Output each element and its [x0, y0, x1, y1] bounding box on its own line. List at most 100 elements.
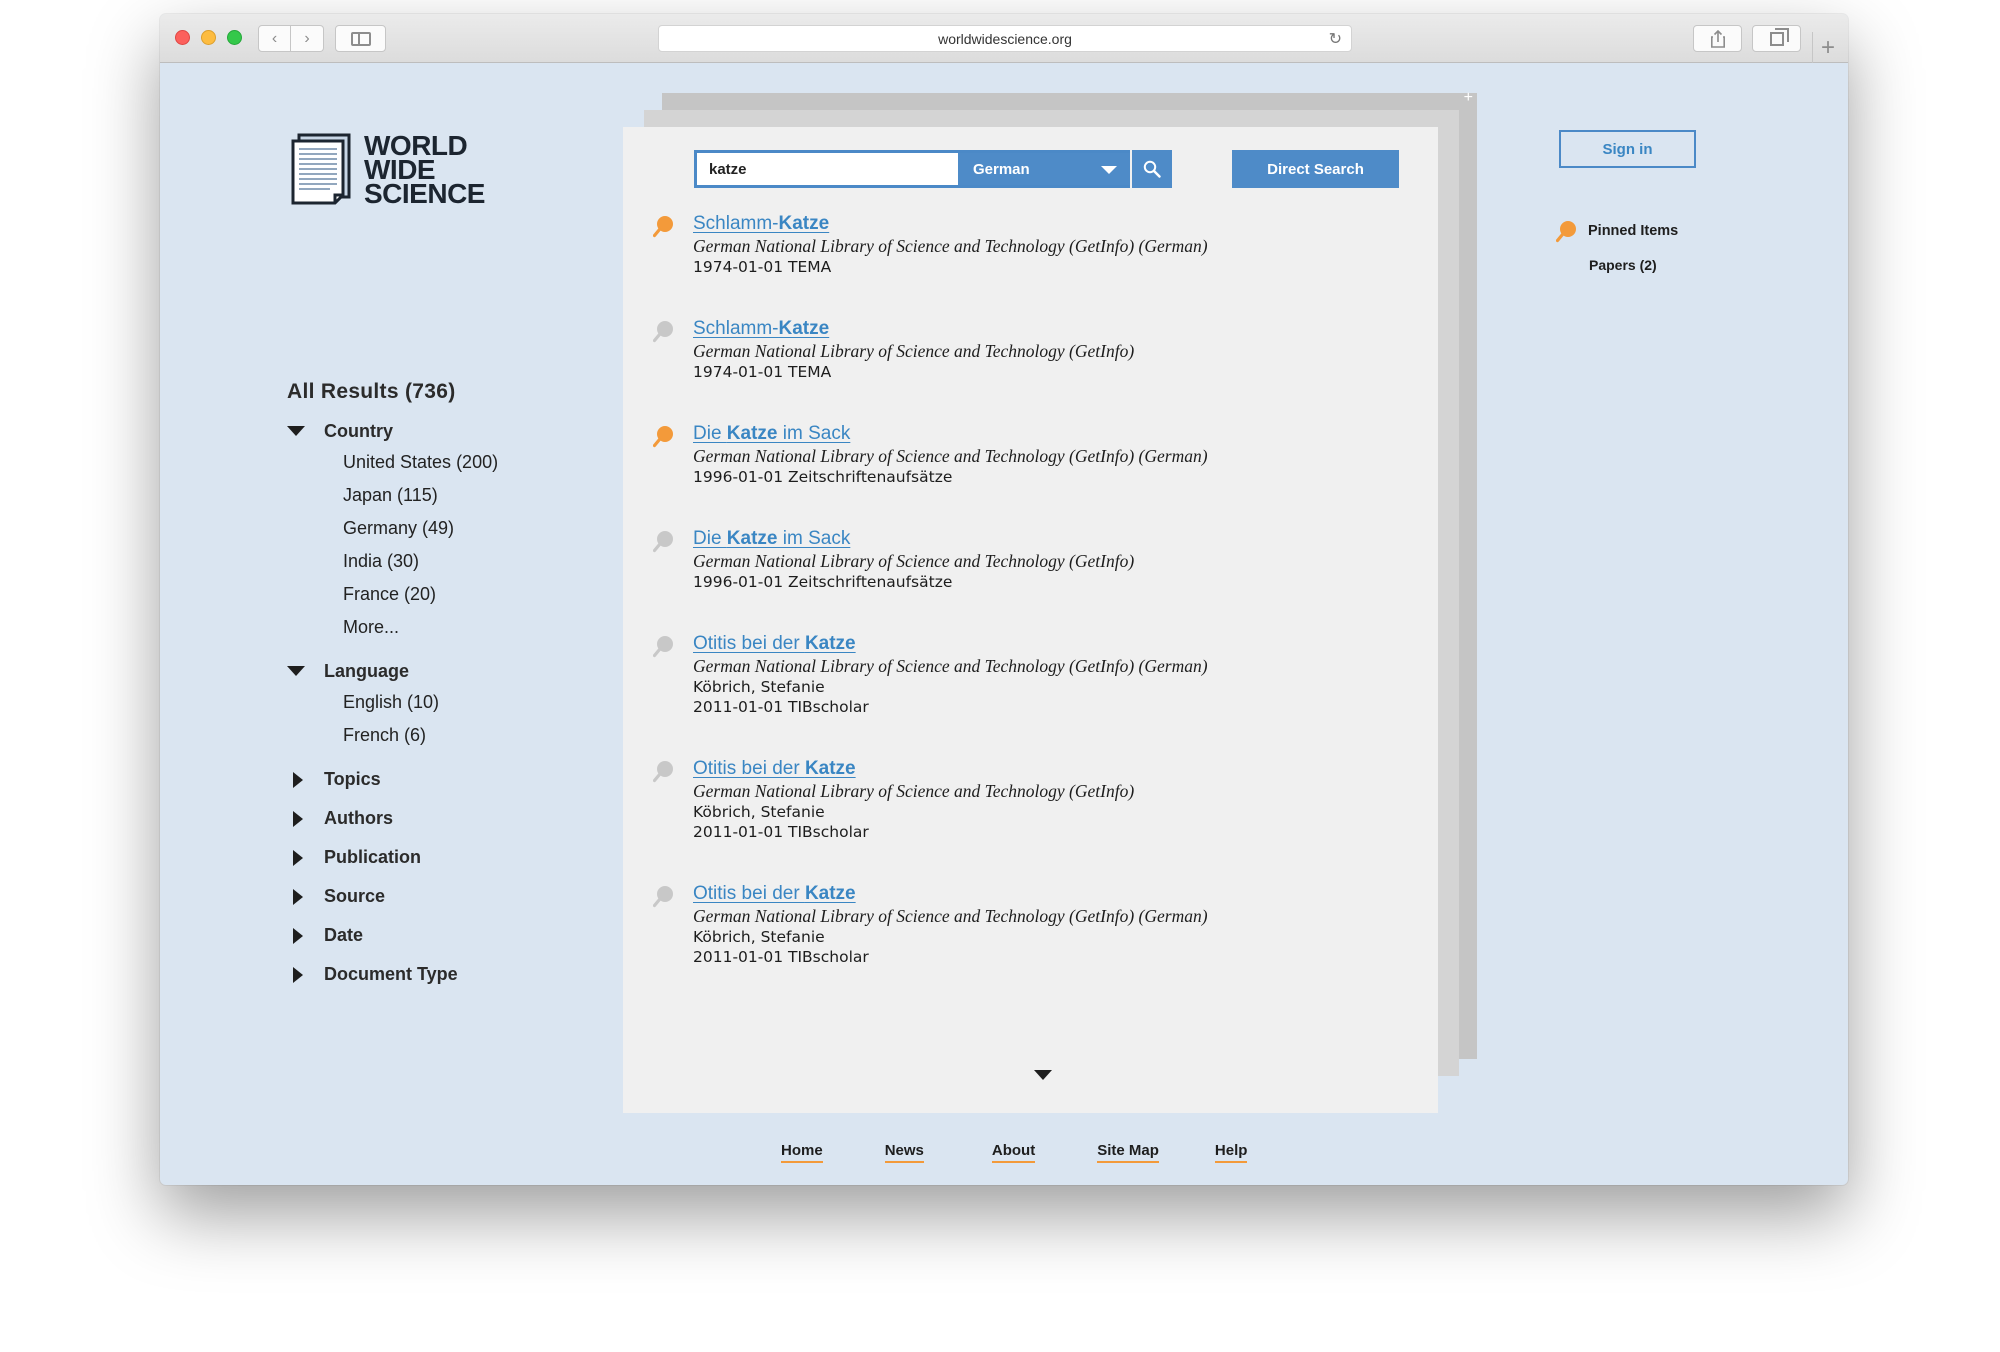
result-source: German National Library of Science and T…: [693, 341, 1135, 361]
tabs-icon: [1769, 27, 1789, 46]
facet-language-item[interactable]: French (6): [343, 719, 607, 752]
result-date-collection: 2011-01-01 TIBscholar: [693, 698, 869, 716]
url-text: worldwidescience.org: [938, 30, 1072, 47]
result-title-link[interactable]: Otitis bei der Katze: [693, 757, 856, 781]
search-result: Die Katze im Sack German National Library…: [653, 422, 1208, 487]
footer-link-site-map[interactable]: Site Map: [1097, 1142, 1159, 1163]
facet-topics-toggle[interactable]: Topics: [287, 760, 607, 799]
load-more-arrow-icon[interactable]: [1034, 1070, 1052, 1080]
result-title-highlight: Katze: [778, 213, 830, 234]
facet-country-item[interactable]: France (20): [343, 578, 607, 611]
tab-overview-button[interactable]: [1752, 25, 1801, 52]
pin-icon[interactable]: [653, 884, 675, 908]
pin-icon: [1556, 221, 1576, 243]
facet-publication-toggle[interactable]: Publication: [287, 838, 607, 877]
facet-country-item[interactable]: Germany (49): [343, 512, 607, 545]
new-tab-button[interactable]: +: [1812, 32, 1843, 63]
result-title-link[interactable]: Schlamm-Katze: [693, 212, 829, 236]
forward-button[interactable]: ›: [291, 25, 324, 52]
minimize-window-button[interactable]: [201, 30, 216, 45]
result-title-link[interactable]: Schlamm-Katze: [693, 317, 829, 341]
caret-right-icon: [287, 809, 324, 829]
share-button[interactable]: [1693, 25, 1742, 52]
facet-country-item[interactable]: United States (200): [343, 446, 607, 479]
plus-icon: +: [1820, 33, 1835, 61]
facet-authors-toggle[interactable]: Authors: [287, 799, 607, 838]
facet-country-toggle[interactable]: Country: [287, 416, 607, 446]
footer-link-about[interactable]: About: [991, 1142, 1036, 1163]
result-date-collection: 1996-01-01 Zeitschriftenaufsätze: [693, 573, 953, 591]
caret-right-icon: [287, 926, 324, 946]
result-title-highlight: Katze: [726, 423, 778, 444]
sidebar-icon: [350, 31, 371, 46]
pinned-items-label: Pinned Items: [1588, 223, 1679, 239]
facet-country-list: United States (200) Japan (115) Germany …: [343, 446, 607, 644]
facet-sidebar: All Results (736) Country United States …: [287, 380, 607, 994]
result-source: German National Library of Science and T…: [693, 781, 1135, 801]
pin-icon[interactable]: [653, 529, 675, 553]
facet-country-more-link[interactable]: More...: [343, 611, 607, 644]
reload-icon[interactable]: ↻: [1329, 29, 1342, 49]
plus-icon: +: [1463, 89, 1473, 106]
caret-down-icon: [287, 661, 324, 681]
search-input[interactable]: [694, 150, 958, 188]
result-title-link[interactable]: Die Katze im Sack: [693, 527, 850, 551]
result-source: German National Library of Science and T…: [693, 236, 1208, 256]
site-logo[interactable]: WORLD WIDE SCIENCE: [290, 132, 485, 208]
pin-icon[interactable]: [653, 319, 675, 343]
caret-right-icon: [287, 965, 324, 985]
result-date-collection: 1974-01-01 TEMA: [693, 258, 832, 276]
logo-line-3: SCIENCE: [364, 178, 485, 209]
result-title-prefix: Otitis bei der: [693, 633, 805, 654]
caret-down-icon: [287, 421, 324, 441]
caret-right-icon: [287, 887, 324, 907]
result-title-prefix: Otitis bei der: [693, 758, 805, 779]
result-source: German National Library of Science and T…: [693, 446, 1208, 466]
facet-source-toggle[interactable]: Source: [287, 877, 607, 916]
result-source: German National Library of Science and T…: [693, 906, 1208, 926]
pin-icon[interactable]: [653, 424, 675, 448]
zoom-window-button[interactable]: [227, 30, 242, 45]
search-button[interactable]: [1132, 150, 1172, 188]
pin-icon[interactable]: [653, 214, 675, 238]
caret-right-icon: [287, 770, 324, 790]
result-title-link[interactable]: Otitis bei der Katze: [693, 632, 856, 656]
pinned-items-heading[interactable]: Pinned Items: [1556, 219, 1678, 243]
footer-link-news[interactable]: News: [884, 1142, 924, 1163]
facet-document-type-toggle[interactable]: Document Type: [287, 955, 607, 994]
sign-in-button[interactable]: Sign in: [1559, 130, 1696, 168]
sidebar-toggle-button[interactable]: [335, 25, 386, 52]
facet-country-item[interactable]: India (30): [343, 545, 607, 578]
back-button[interactable]: ‹: [258, 25, 291, 52]
close-window-button[interactable]: [175, 30, 190, 45]
pinned-papers-link[interactable]: Papers (2): [1589, 257, 1678, 273]
result-title-prefix: Schlamm-: [693, 213, 779, 234]
facet-date-label: Date: [324, 925, 364, 945]
result-date-collection: 2011-01-01 TIBscholar: [693, 948, 869, 966]
facet-country: Country United States (200) Japan (115) …: [287, 416, 607, 644]
facet-language: Language English (10) French (6): [287, 656, 607, 752]
result-title-link[interactable]: Otitis bei der Katze: [693, 882, 856, 906]
caret-right-icon: [287, 848, 324, 868]
result-title-highlight: Katze: [804, 883, 856, 904]
facet-language-item[interactable]: English (10): [343, 686, 607, 719]
browser-window: ‹ › worldwidescience.org ↻ + WORLD WIDE …: [160, 14, 1848, 1185]
facet-language-list: English (10) French (6): [343, 686, 607, 752]
facet-language-toggle[interactable]: Language: [287, 656, 607, 686]
pin-icon[interactable]: [653, 759, 675, 783]
address-bar[interactable]: worldwidescience.org ↻: [658, 25, 1352, 52]
direct-search-button[interactable]: Direct Search: [1232, 150, 1399, 188]
footer-link-home[interactable]: Home: [781, 1142, 823, 1163]
footer-link-help[interactable]: Help: [1214, 1142, 1248, 1163]
search-result: Otitis bei der Katze German National Libr…: [653, 632, 1208, 717]
facet-country-item[interactable]: Japan (115): [343, 479, 607, 512]
pin-icon[interactable]: [653, 634, 675, 658]
result-author: Köbrich, Stefanie: [693, 803, 825, 821]
result-title-link[interactable]: Die Katze im Sack: [693, 422, 850, 446]
search-bar: German: [694, 150, 1172, 188]
facet-date-toggle[interactable]: Date: [287, 916, 607, 955]
logo-wordmark: WORLD WIDE SCIENCE: [364, 132, 485, 209]
search-icon: [1143, 160, 1161, 178]
footer-nav: Home News About Site Map Help: [781, 1142, 1248, 1163]
language-select[interactable]: German: [958, 150, 1130, 188]
